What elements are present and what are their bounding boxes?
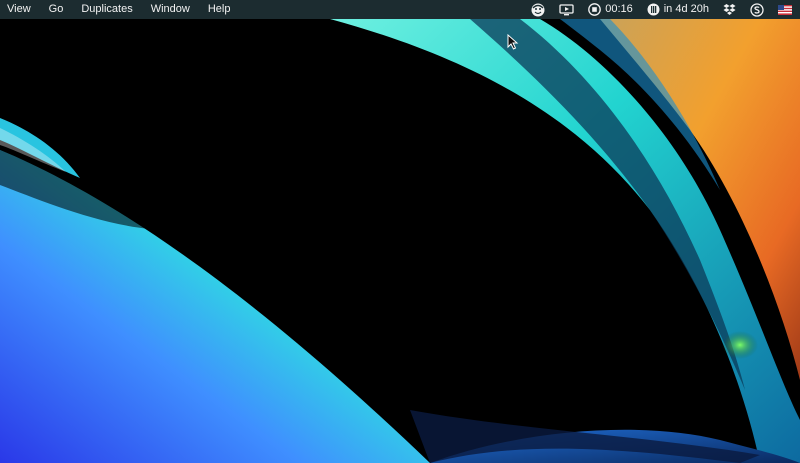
menu-bar: View Go Duplicates Window Help 00:16 in … (0, 0, 800, 19)
wallpaper (0, 0, 800, 463)
recording-timer[interactable]: 00:16 (588, 0, 633, 19)
us-flag-icon[interactable] (778, 0, 792, 19)
stop-record-icon (588, 3, 602, 16)
skype-icon[interactable] (750, 0, 764, 19)
face-avatar-icon[interactable] (531, 0, 545, 19)
countdown-item[interactable]: in 4d 20h (647, 0, 709, 19)
countdown-text: in 4d 20h (663, 3, 709, 15)
menu-go[interactable]: Go (49, 0, 64, 19)
clock-globe-icon (647, 3, 660, 16)
mouse-pointer-icon (507, 34, 519, 50)
desktop: View Go Duplicates Window Help 00:16 in … (0, 0, 800, 463)
dropbox-icon[interactable] (723, 0, 736, 19)
menu-duplicates[interactable]: Duplicates (81, 0, 132, 19)
screen-share-icon[interactable] (559, 0, 574, 19)
menu-bar-left: View Go Duplicates Window Help (0, 0, 248, 19)
menu-bar-status: 00:16 in 4d 20h (517, 0, 800, 19)
menu-help[interactable]: Help (208, 0, 231, 19)
menu-window[interactable]: Window (151, 0, 190, 19)
recording-time: 00:16 (605, 3, 633, 15)
menu-view[interactable]: View (7, 0, 31, 19)
